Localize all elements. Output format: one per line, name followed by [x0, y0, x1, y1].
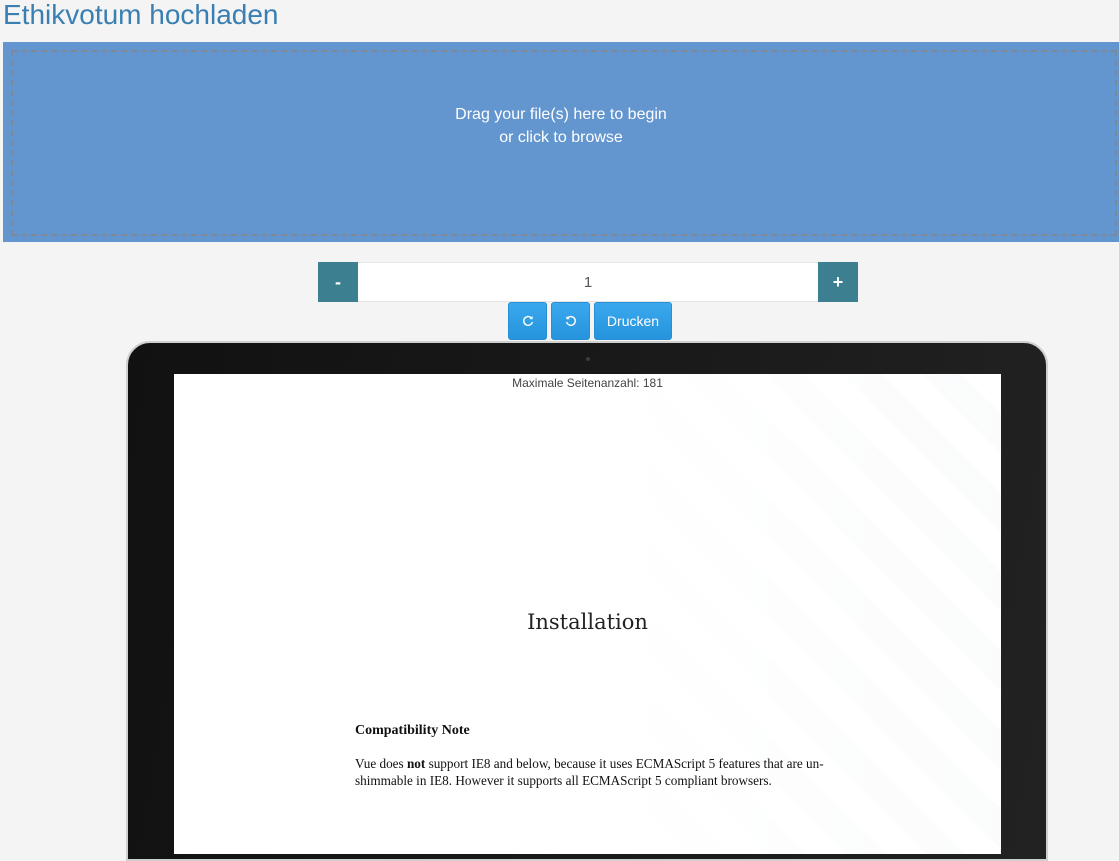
document-subheading: Compatibility Note: [355, 723, 470, 738]
page-stepper: - +: [318, 262, 858, 302]
next-page-button[interactable]: +: [818, 262, 858, 302]
rotate-clockwise-button[interactable]: [508, 302, 547, 340]
dropzone-line-drag: Drag your file(s) here to begin: [455, 106, 667, 123]
laptop-frame: Maximale Seitenanzahl: 181 Installation …: [126, 341, 1048, 861]
page-number-input[interactable]: [358, 262, 818, 302]
max-pages-label: Maximale Seitenanzahl: 181: [512, 376, 663, 390]
viewer-toolbar: Drucken: [508, 302, 672, 340]
document-heading: Installation: [527, 610, 648, 634]
pdf-viewer-screen[interactable]: Maximale Seitenanzahl: 181 Installation …: [174, 374, 1001, 854]
rotate-counterclockwise-button[interactable]: [551, 302, 590, 340]
rotate-clockwise-icon: [522, 315, 533, 326]
camera-dot: [586, 357, 590, 361]
print-button[interactable]: Drucken: [594, 302, 672, 340]
dropzone-line-browse: or click to browse: [499, 129, 623, 146]
document-paragraph: Vue does not support IE8 and below, beca…: [355, 756, 824, 788]
dropzone-instructions: Drag your file(s) here to begin or click…: [3, 103, 1119, 149]
rotate-counterclockwise-icon: [565, 315, 576, 326]
file-dropzone[interactable]: Drag your file(s) here to begin or click…: [3, 42, 1119, 242]
page-title: Ethikvotum hochladen: [3, 0, 279, 30]
previous-page-button[interactable]: -: [318, 262, 358, 302]
